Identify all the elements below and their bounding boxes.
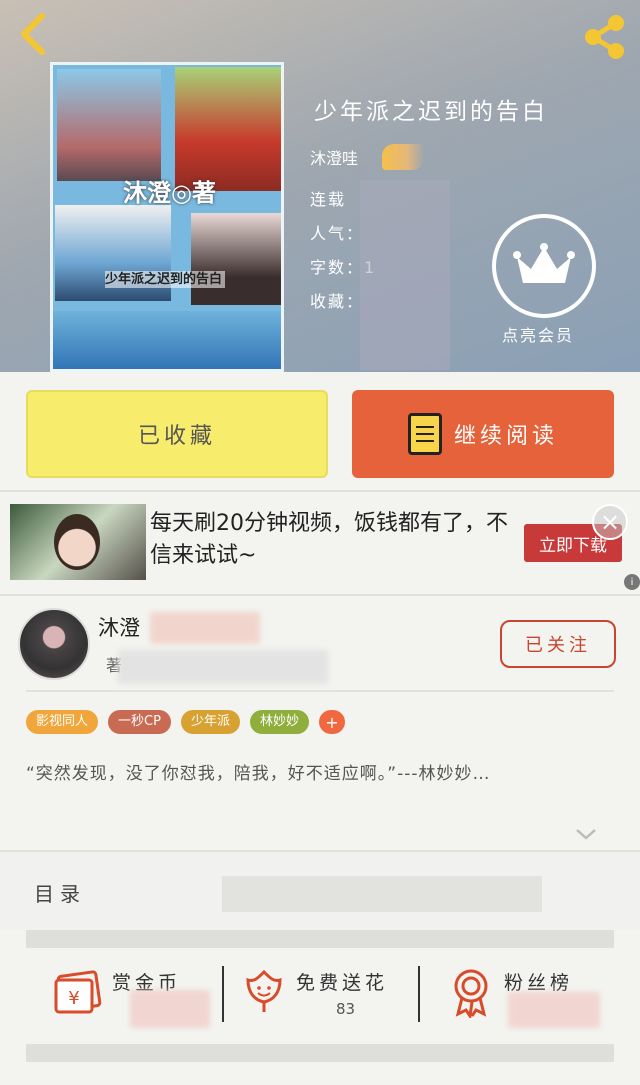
catalog-label: 目录 <box>34 882 86 906</box>
share-icon <box>585 15 624 59</box>
divider <box>418 966 420 1022</box>
divider <box>0 594 640 596</box>
ad-text: 每天刷20分钟视频，饭钱都有了，不信来试试~ <box>150 511 508 568</box>
expand-button[interactable] <box>574 824 598 844</box>
flower-count: 83 <box>336 1000 356 1018</box>
divider <box>222 966 224 1022</box>
book-popularity: 人气： <box>310 224 365 243</box>
vip-badge <box>382 144 424 170</box>
continue-reading-label: 继续阅读 <box>453 424 558 449</box>
cover-logo-text: 沐澄◎著 <box>123 179 216 207</box>
add-tag-button[interactable]: + <box>318 710 345 734</box>
red-envelope-icon: ¥ <box>54 970 102 1014</box>
book-status: 连载 <box>310 190 347 209</box>
book-header: 沐澄◎著 少年派之迟到的告白 少年派之迟到的告白 沐澄哇 连载 人气： 字数：1… <box>0 0 640 372</box>
privacy-mask <box>360 180 450 370</box>
privacy-mask <box>150 612 260 644</box>
cover-photo <box>53 311 281 369</box>
cover-caption: 少年派之迟到的告白 <box>105 271 225 288</box>
book-title: 少年派之迟到的告白 <box>314 99 548 125</box>
share-button[interactable] <box>582 14 628 60</box>
vip-crown-button[interactable] <box>492 214 596 318</box>
tag-list: 影视同人 一秒CP 少年派 林妙妙 + <box>26 710 345 734</box>
favorited-button[interactable]: 已收藏 <box>26 390 328 478</box>
favorited-label: 已收藏 <box>137 424 216 449</box>
follow-button[interactable]: 已关注 <box>500 620 616 668</box>
tag-chip[interactable]: 少年派 <box>180 710 240 734</box>
divider <box>0 490 640 492</box>
author-name[interactable]: 沐澄 <box>98 612 140 642</box>
privacy-mask <box>118 650 328 684</box>
flower-icon <box>246 969 282 1012</box>
avatar[interactable] <box>18 608 90 680</box>
divider <box>26 930 614 948</box>
vip-label[interactable]: 点亮会员 <box>502 322 574 346</box>
medal-icon <box>454 969 488 1018</box>
chevron-down-icon <box>576 829 596 840</box>
tag-chip[interactable]: 一秒CP <box>108 710 171 734</box>
continue-reading-button[interactable]: 继续阅读 <box>352 390 614 478</box>
flower-label: 免费送花 <box>296 972 389 994</box>
divider <box>26 1044 614 1062</box>
book-collect-count: 收藏： <box>310 292 365 311</box>
free-flower-button[interactable]: 免费送花 83 <box>244 962 414 1032</box>
cover-photo <box>191 213 281 305</box>
close-icon[interactable]: × <box>592 504 628 540</box>
ad-info-icon[interactable]: i <box>624 574 640 590</box>
book-icon <box>407 413 442 455</box>
crown-icon <box>513 243 575 283</box>
tag-chip[interactable]: 林妙妙 <box>249 710 309 734</box>
divider <box>26 690 614 692</box>
privacy-mask <box>130 990 210 1028</box>
svg-text:¥: ¥ <box>68 988 79 1009</box>
back-button[interactable] <box>14 12 54 56</box>
book-description[interactable]: “突然发现，没了你怼我，陪我，好不适应啊。”---林妙妙… <box>26 758 616 791</box>
privacy-mask <box>222 876 542 912</box>
fan-ranking-label: 粉丝榜 <box>504 972 574 994</box>
ad-image <box>10 504 146 580</box>
tag-chip[interactable]: 影视同人 <box>26 710 99 734</box>
cover-photo <box>57 69 161 181</box>
book-author[interactable]: 沐澄哇 <box>310 145 358 169</box>
privacy-mask <box>508 992 600 1028</box>
book-cover[interactable]: 沐澄◎著 少年派之迟到的告白 <box>50 62 284 372</box>
chevron-left-icon <box>21 13 45 55</box>
